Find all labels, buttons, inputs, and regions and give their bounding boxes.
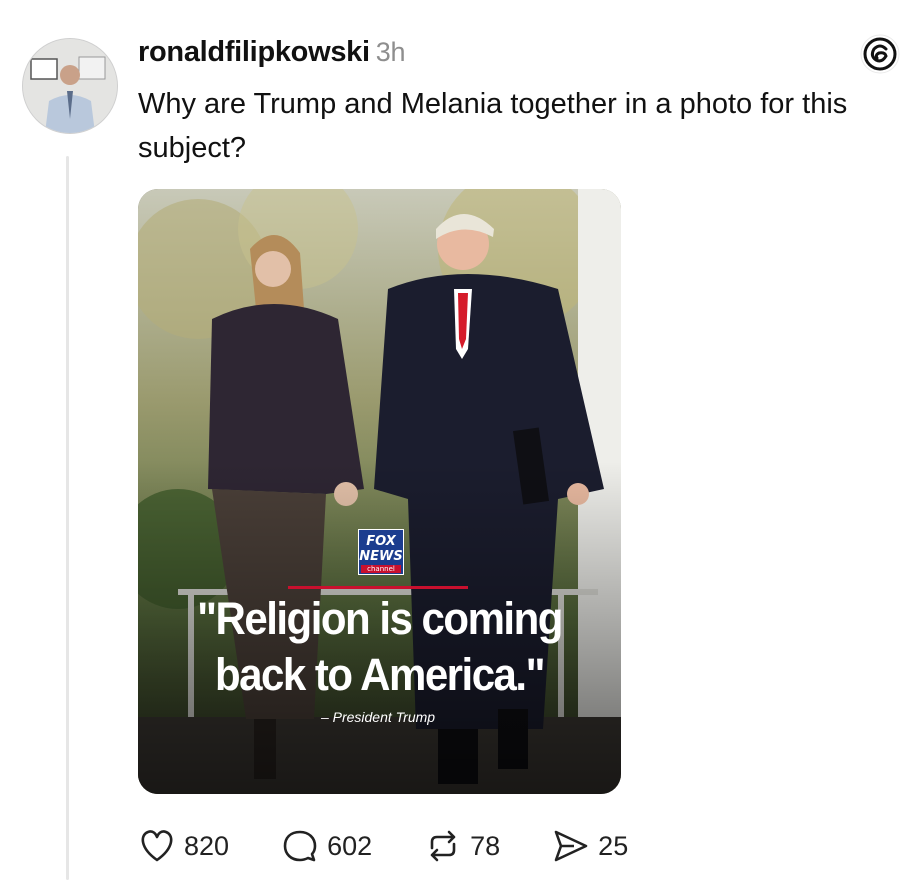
post-header: ronaldfilipkowski 3h: [138, 36, 406, 69]
avatar[interactable]: [22, 38, 118, 134]
like-count: 820: [184, 830, 230, 861]
reply-count: 602: [327, 830, 373, 861]
thread-line: [66, 156, 69, 880]
photo-illustration: [138, 189, 621, 794]
timestamp: 3h: [375, 37, 406, 67]
avatar-image: [23, 39, 117, 133]
repost-icon: [430, 830, 456, 862]
like-button[interactable]: 820: [138, 828, 229, 864]
username[interactable]: ronaldfilipkowski: [138, 36, 370, 68]
quote-text: "Religion is coming back to America.": [197, 593, 563, 700]
post-image[interactable]: FOX NEWS channel "Religion is coming bac…: [138, 189, 621, 794]
fox-news-logo: FOX NEWS channel: [358, 529, 404, 575]
share-count: 25: [598, 830, 629, 861]
attribution-text: – President Trump: [320, 709, 436, 725]
share-icon: [554, 830, 588, 862]
repost-button[interactable]: 78: [424, 828, 500, 864]
share-button[interactable]: 25: [552, 828, 628, 864]
repost-count: 78: [470, 830, 501, 861]
divider-rule: [288, 586, 468, 589]
action-bar: 820 602 78 25: [138, 826, 680, 866]
threads-logo-icon[interactable]: [860, 34, 900, 74]
comment-icon: [283, 830, 317, 862]
post-text: Why are Trump and Melania together in a …: [138, 88, 848, 164]
reply-button[interactable]: 602: [281, 828, 372, 864]
heart-icon: [141, 830, 173, 862]
